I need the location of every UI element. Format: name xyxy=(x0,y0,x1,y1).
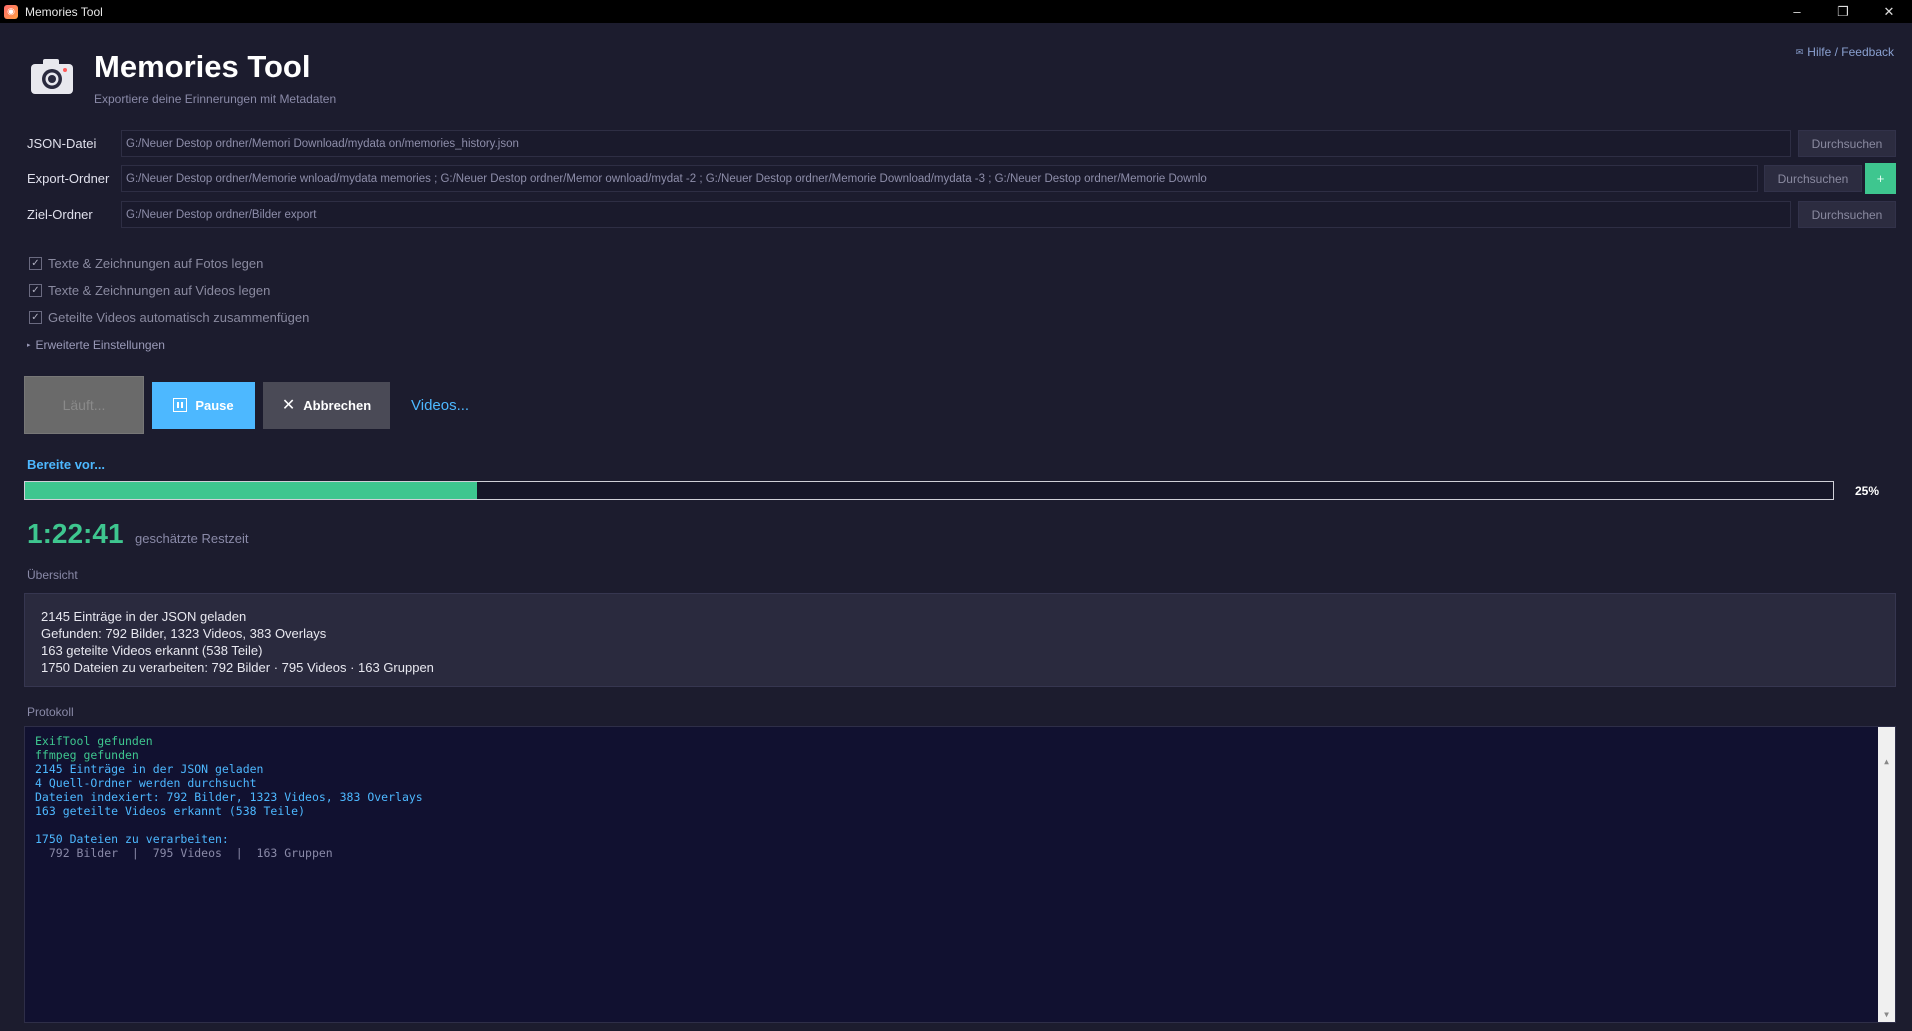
cancel-button[interactable]: ✕ Abbrechen xyxy=(263,381,390,429)
triangle-right-icon: ▸ xyxy=(27,342,31,349)
log-line: 792 Bilder | 795 Videos | 163 Gruppen xyxy=(35,846,333,860)
checkbox-merge-videos[interactable]: ✓ xyxy=(29,311,42,324)
app-subtitle: Exportiere deine Erinnerungen mit Metada… xyxy=(94,92,337,106)
add-export-folder-button[interactable]: + xyxy=(1865,163,1896,194)
pause-icon xyxy=(173,398,188,412)
mail-icon: ✉ xyxy=(1795,46,1804,57)
progress-fill xyxy=(25,482,477,499)
option-merge-videos-label: Geteilte Videos automatisch zusammenfüge… xyxy=(48,310,310,325)
scroll-down-icon[interactable]: ▼ xyxy=(1878,1008,1895,1022)
advanced-settings-label: Erweiterte Einstellungen xyxy=(35,338,165,352)
option-overlay-photos-label: Texte & Zeichnungen auf Fotos legen xyxy=(48,256,264,271)
window-title: Memories Tool xyxy=(25,4,103,19)
log-panel[interactable]: ExifTool gefunden ffmpeg gefunden 2145 E… xyxy=(24,726,1896,1023)
overview-line: 2145 Einträge in der JSON geladen xyxy=(41,609,247,624)
action-bar: Läuft... Pause ✕ Abbrechen Videos... xyxy=(24,376,469,434)
log-line: 163 geteilte Videos erkannt (538 Teile) xyxy=(35,804,306,818)
export-folder-row: Export-Ordner G:/Neuer Destop ordner/Mem… xyxy=(27,163,1896,194)
app-header: Memories Tool Exportiere deine Erinnerun… xyxy=(28,50,336,106)
overview-title: Übersicht xyxy=(27,568,78,582)
log-line: ExifTool gefunden xyxy=(35,734,153,748)
advanced-settings-toggle[interactable]: ▸ Erweiterte Einstellungen xyxy=(27,338,165,352)
cancel-label: Abbrechen xyxy=(303,397,372,413)
videos-link[interactable]: Videos... xyxy=(411,397,469,414)
log-line: ffmpeg gefunden xyxy=(35,748,139,762)
json-file-row: JSON-Datei G:/Neuer Destop ordner/Memori… xyxy=(27,130,1896,157)
log-line: Dateien indexiert: 792 Bilder, 1323 Vide… xyxy=(35,790,423,804)
overview-line: 163 geteilte Videos erkannt (538 Teile) xyxy=(41,643,263,658)
overview-line: Gefunden: 792 Bilder, 1323 Videos, 383 O… xyxy=(41,626,327,641)
export-browse-button[interactable]: Durchsuchen xyxy=(1764,165,1862,192)
options-list: ✓ Texte & Zeichnungen auf Fotos legen ✓ … xyxy=(29,250,309,331)
close-window-button[interactable]: ✕ xyxy=(1866,0,1912,23)
pause-label: Pause xyxy=(195,397,234,413)
status-text: Bereite vor... xyxy=(27,457,106,472)
export-folder-input[interactable]: G:/Neuer Destop ordner/Memorie wnload/my… xyxy=(121,165,1758,192)
close-icon: ✕ xyxy=(281,397,296,414)
overview-panel: 2145 Einträge in der JSON geladen Gefund… xyxy=(24,593,1896,687)
camera-icon xyxy=(31,59,73,94)
title-bar: ◉ Memories Tool – ❐ ✕ xyxy=(0,0,1912,23)
log-line: 4 Quell-Ordner werden durchsucht xyxy=(35,776,257,790)
json-file-label: JSON-Datei xyxy=(27,136,97,151)
json-browse-button[interactable]: Durchsuchen xyxy=(1798,130,1896,157)
export-folder-label: Export-Ordner xyxy=(27,171,110,186)
option-merge-videos[interactable]: ✓ Geteilte Videos automatisch zusammenfü… xyxy=(29,304,309,331)
minimize-button[interactable]: – xyxy=(1774,0,1820,23)
window-controls: – ❐ ✕ xyxy=(1774,0,1912,23)
help-feedback-link[interactable]: ✉ Hilfe / Feedback xyxy=(1796,45,1894,59)
progress-percent: 25% xyxy=(1855,484,1880,498)
target-folder-row: Ziel-Ordner G:/Neuer Destop ordner/Bilde… xyxy=(27,201,1896,228)
log-line: 2145 Einträge in der JSON geladen xyxy=(35,762,264,776)
target-folder-label: Ziel-Ordner xyxy=(27,207,93,222)
json-file-input[interactable]: G:/Neuer Destop ordner/Memori Download/m… xyxy=(121,130,1791,157)
run-button[interactable]: Läuft... xyxy=(24,376,144,434)
app-title: Memories Tool xyxy=(94,49,311,84)
remaining-time: 1:22:41 xyxy=(27,518,124,549)
scroll-up-icon[interactable]: ▲ xyxy=(1878,755,1895,769)
overview-line: 1750 Dateien zu verarbeiten: 792 Bilder … xyxy=(41,660,434,675)
option-overlay-photos[interactable]: ✓ Texte & Zeichnungen auf Fotos legen xyxy=(29,250,309,277)
pause-button[interactable]: Pause xyxy=(152,381,255,429)
app-icon: ◉ xyxy=(4,4,18,19)
target-folder-input[interactable]: G:/Neuer Destop ordner/Bilder export xyxy=(121,201,1791,228)
target-browse-button[interactable]: Durchsuchen xyxy=(1798,201,1896,228)
remaining-time-label: geschätzte Restzeit xyxy=(135,531,249,546)
restore-button[interactable]: ❐ xyxy=(1820,0,1866,23)
log-title: Protokoll xyxy=(27,705,74,719)
progress-bar xyxy=(24,481,1834,500)
checkbox-overlay-photos[interactable]: ✓ xyxy=(29,257,42,270)
checkbox-overlay-videos[interactable]: ✓ xyxy=(29,284,42,297)
log-line: 1750 Dateien zu verarbeiten: xyxy=(35,832,229,846)
help-feedback-label: Hilfe / Feedback xyxy=(1807,45,1894,59)
option-overlay-videos-label: Texte & Zeichnungen auf Videos legen xyxy=(48,283,271,298)
option-overlay-videos[interactable]: ✓ Texte & Zeichnungen auf Videos legen xyxy=(29,277,309,304)
log-scrollbar[interactable]: ▲ ▼ xyxy=(1878,727,1895,1022)
